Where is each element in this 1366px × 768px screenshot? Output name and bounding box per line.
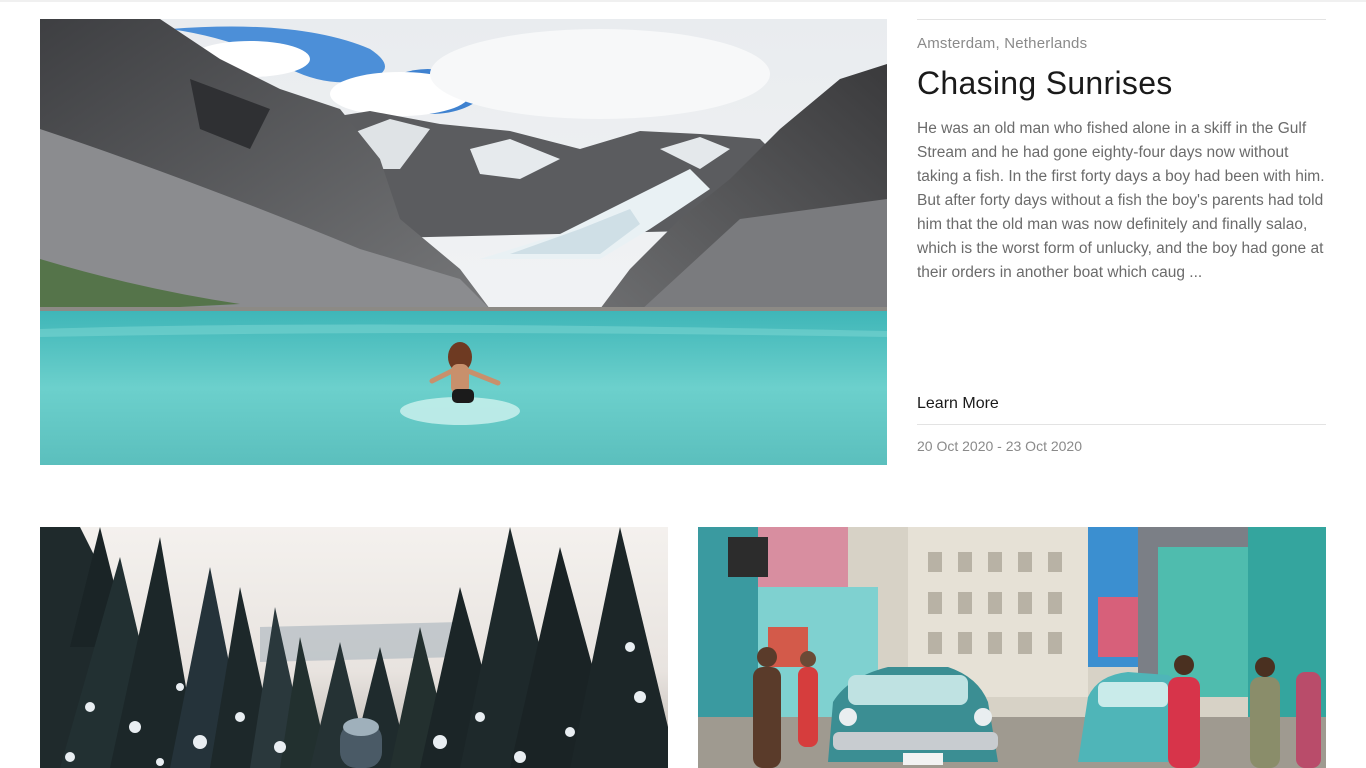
trip-location: Amsterdam, Netherlands [917,35,1088,52]
learn-more-link[interactable]: Learn More [917,395,999,413]
trip-dates: 20 Oct 2020 - 23 Oct 2020 [917,438,1082,454]
trip-card-forest[interactable] [40,527,668,768]
details-bottom-divider [917,424,1326,425]
featured-details: Amsterdam, Netherlands Chasing Sunrises … [917,19,1326,465]
details-top-divider [917,19,1326,20]
featured-trip-card: Amsterdam, Netherlands Chasing Sunrises … [40,19,1326,465]
trip-excerpt: He was an old man who fished alone in a … [917,120,1325,281]
street-cars-photo [698,527,1326,768]
trip-card-havana[interactable] [698,527,1326,768]
snowy-forest-photo [40,527,668,768]
featured-image[interactable] [40,19,887,465]
trip-title[interactable]: Chasing Sunrises [917,65,1173,102]
mountain-lake-photo [40,19,887,465]
top-divider [0,0,1366,2]
